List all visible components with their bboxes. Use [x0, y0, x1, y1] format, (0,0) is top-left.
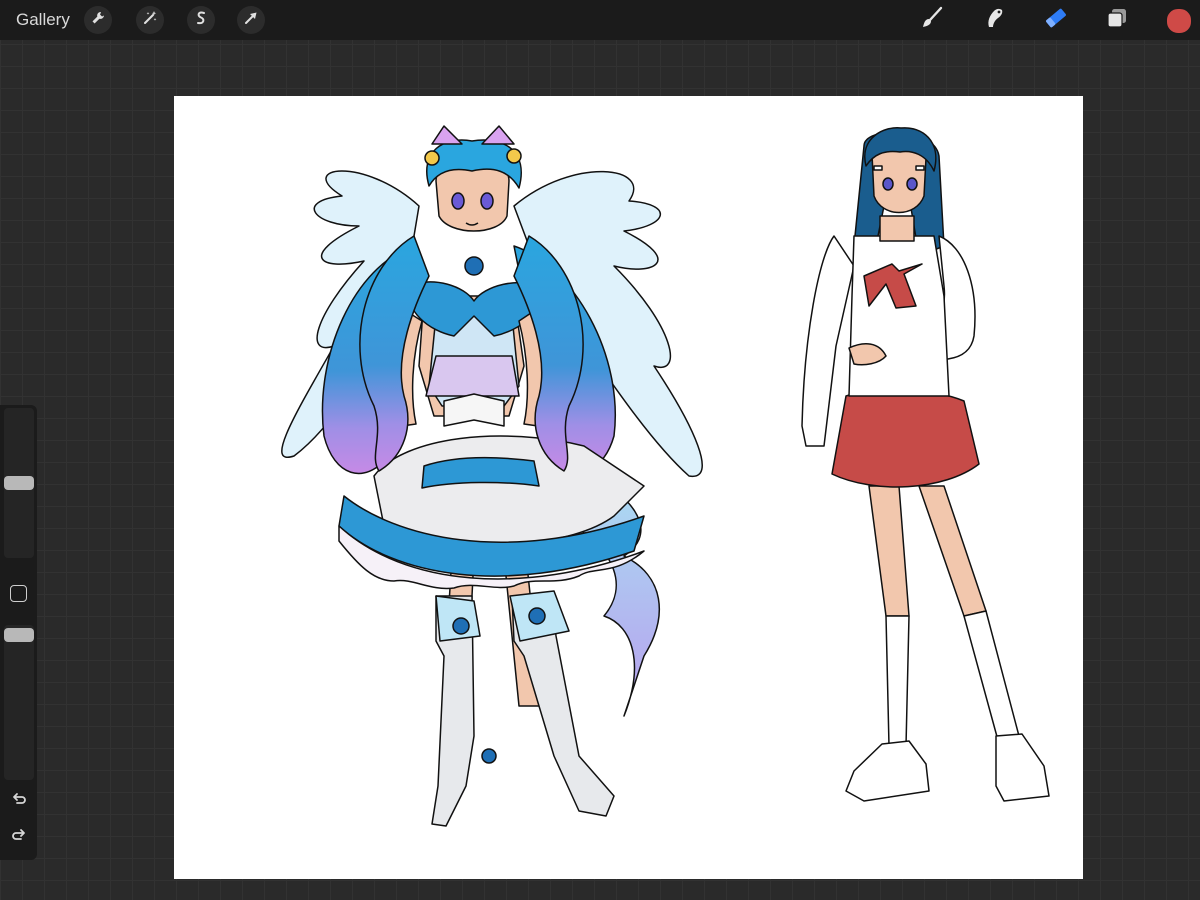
top-toolbar: Gallery: [0, 0, 1200, 40]
brush-icon: [919, 5, 945, 36]
selection-icon: [193, 10, 209, 31]
color-picker-button[interactable]: [1166, 8, 1192, 34]
opacity-slider-thumb[interactable]: [4, 627, 34, 642]
layers-button[interactable]: [1103, 6, 1131, 34]
canvas-artwork: [281, 125, 1050, 827]
redo-icon: [10, 826, 28, 849]
gallery-button[interactable]: Gallery: [16, 10, 70, 30]
wrench-icon: [90, 10, 106, 31]
selection-button[interactable]: [187, 6, 215, 34]
opacity-slider[interactable]: [4, 625, 34, 780]
drawing-canvas[interactable]: [174, 96, 1083, 879]
eraser-tool-button[interactable]: [1042, 6, 1070, 34]
left-sidebar: [0, 405, 37, 860]
magic-wand-icon: [142, 10, 158, 31]
adjustments-button[interactable]: [136, 6, 164, 34]
undo-button[interactable]: [8, 790, 30, 812]
brush-tool-button[interactable]: [918, 6, 946, 34]
actions-button[interactable]: [84, 6, 112, 34]
layers-icon: [1104, 5, 1130, 36]
angel-character-drawing: [281, 125, 703, 827]
schoolgirl-character-drawing: [801, 127, 1050, 802]
redo-button[interactable]: [8, 826, 30, 848]
transform-arrow-icon: [243, 10, 259, 31]
smudge-icon: [981, 5, 1007, 36]
modifier-square-icon[interactable]: [10, 585, 27, 602]
smudge-tool-button[interactable]: [980, 6, 1008, 34]
undo-icon: [10, 790, 28, 813]
eraser-icon: [1043, 5, 1069, 36]
transform-button[interactable]: [237, 6, 265, 34]
brush-size-slider-thumb[interactable]: [4, 476, 34, 490]
